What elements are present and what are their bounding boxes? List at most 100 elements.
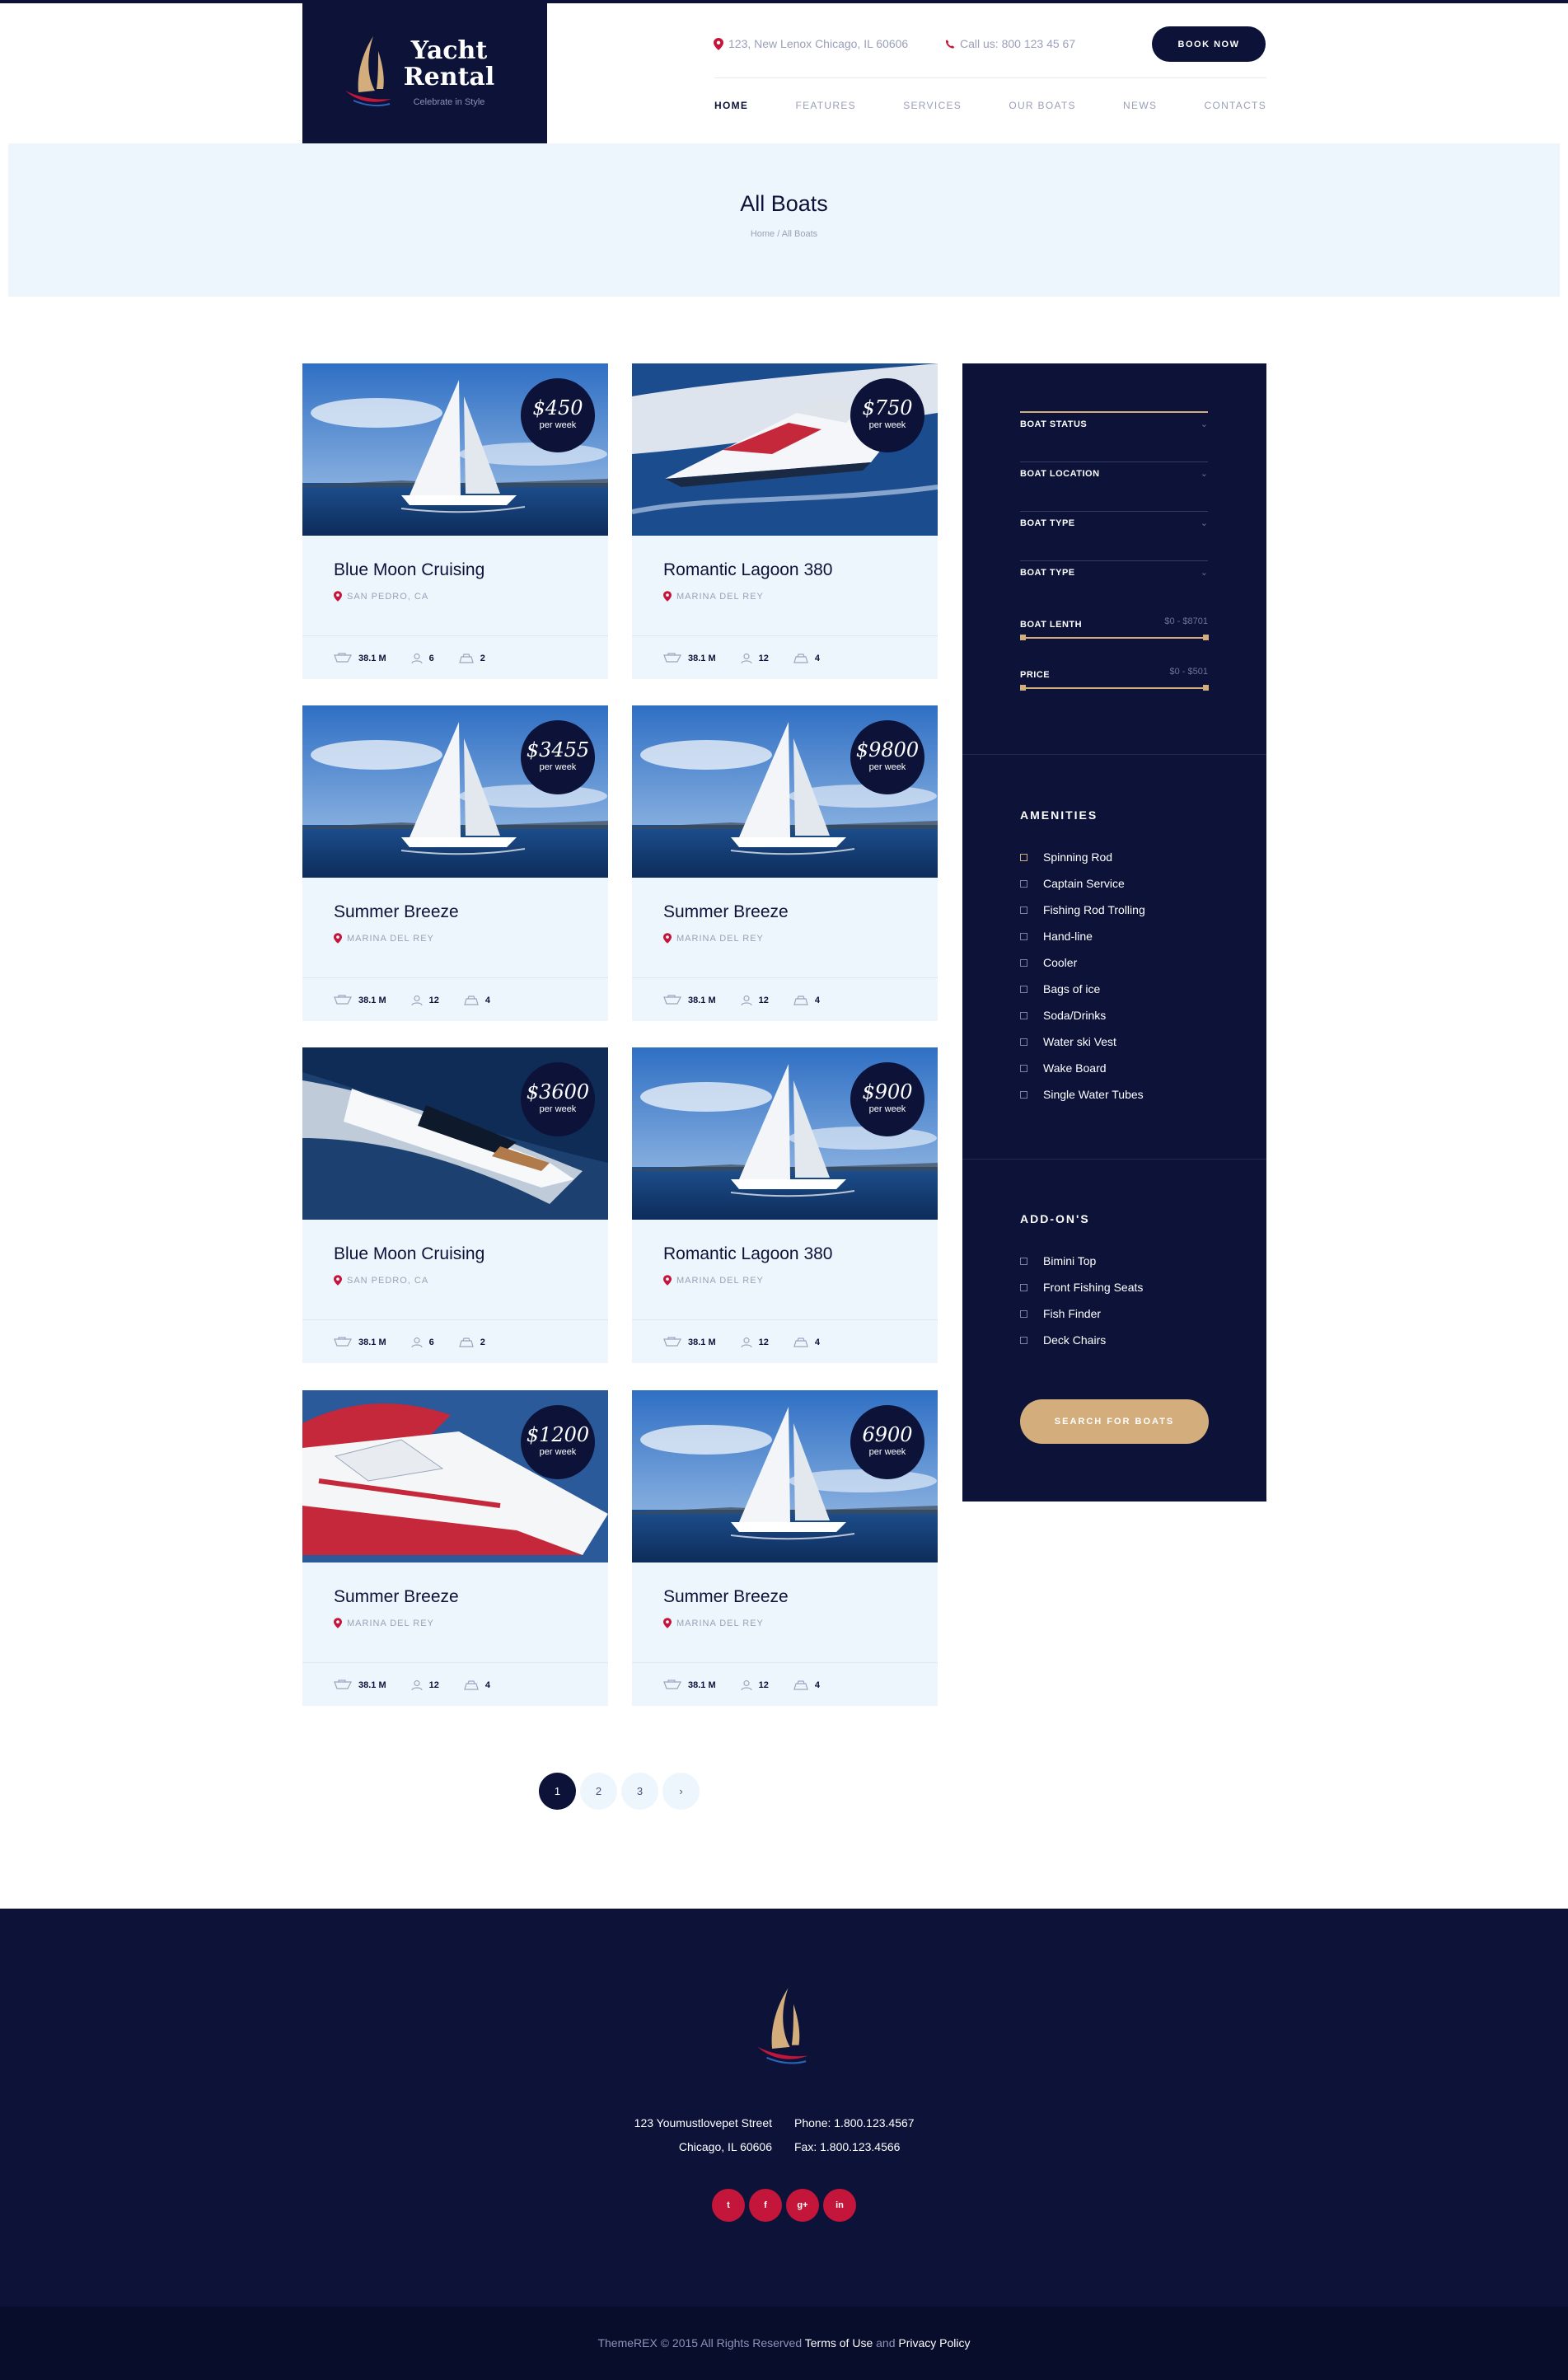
checkbox-option[interactable]: Hand-line [1020, 923, 1145, 949]
boat-name[interactable]: Summer Breeze [334, 902, 459, 922]
range-min-handle[interactable] [1020, 685, 1026, 691]
boat-card[interactable]: $900 per week Romantic Lagoon 380 MARINA DE… [632, 1047, 938, 1363]
checkbox[interactable] [1020, 1309, 1027, 1318]
boat-card[interactable]: $750 per week Romantic Lagoon 380 MARINA DE… [632, 363, 938, 679]
checkbox[interactable] [1020, 1090, 1027, 1099]
nav-contacts[interactable]: CONTACTS [1204, 100, 1266, 111]
checkbox-option[interactable]: Water ski Vest [1020, 1028, 1145, 1055]
checkbox-label: Fishing Rod Trolling [1043, 903, 1145, 916]
checkbox[interactable] [1020, 879, 1027, 888]
boat-photo[interactable]: $1200 per week [302, 1390, 608, 1562]
next-page-button[interactable]: › [662, 1773, 700, 1810]
checkbox[interactable] [1020, 853, 1027, 861]
checkbox-option[interactable]: Cooler [1020, 949, 1145, 976]
boat-status-select[interactable]: BOAT STATUS ⌄ [1020, 363, 1208, 429]
checkbox-option[interactable]: Fishing Rod Trolling [1020, 897, 1145, 923]
checkbox-option[interactable]: Wake Board [1020, 1055, 1145, 1081]
google-plus-icon[interactable]: g+ [786, 2189, 819, 2222]
boat-name[interactable]: Summer Breeze [663, 1587, 789, 1607]
terms-link[interactable]: Terms of Use [805, 2336, 873, 2350]
page-title: All Boats [740, 191, 828, 216]
search-boats-button[interactable]: SEARCH FOR BOATS [1020, 1399, 1209, 1444]
checkbox-option[interactable]: Front Fishing Seats [1020, 1274, 1143, 1300]
logo[interactable]: Yacht Rental Celebrate in Style [302, 0, 547, 143]
page-2-button[interactable]: 2 [580, 1773, 617, 1810]
privacy-link[interactable]: Privacy Policy [898, 2336, 970, 2350]
linkedin-icon[interactable]: in [823, 2189, 856, 2222]
checkbox-option[interactable]: Deck Chairs [1020, 1327, 1143, 1353]
boat-photo[interactable]: $450 per week [302, 363, 608, 536]
checkbox[interactable] [1020, 932, 1027, 940]
spec-cabins-value: 4 [814, 1680, 821, 1690]
checkbox[interactable] [1020, 1336, 1027, 1344]
boat-photo[interactable]: $900 per week [632, 1047, 938, 1220]
header-phone[interactable]: Call us: 800 123 45 67 [945, 37, 1075, 50]
nav-features[interactable]: FEATURES [795, 100, 856, 111]
boat-card[interactable]: $3600 per week Blue Moon Cruising SAN PEDRO… [302, 1047, 608, 1363]
boat-location-select[interactable]: BOAT LOCATION ⌄ [1020, 413, 1208, 479]
boat-name[interactable]: Blue Moon Cruising [334, 1244, 484, 1264]
boat-name[interactable]: Romantic Lagoon 380 [663, 1244, 832, 1264]
nav-services[interactable]: SERVICES [903, 100, 962, 111]
checkbox-option[interactable]: Bags of ice [1020, 976, 1145, 1002]
amenities-list: Spinning Rod Captain Service Fishing Rod T… [1020, 844, 1145, 1108]
social-links: t f g+ in [712, 2189, 856, 2222]
checkbox[interactable] [1020, 1038, 1027, 1046]
checkbox-option[interactable]: Single Water Tubes [1020, 1081, 1145, 1108]
nav-our-boats[interactable]: OUR BOATS [1009, 100, 1076, 111]
checkbox[interactable] [1020, 1283, 1027, 1291]
location-pin-icon [334, 1275, 342, 1286]
spec-guests: 12 [741, 653, 769, 664]
boat-photo[interactable]: $3455 per week [302, 705, 608, 878]
boat-photo[interactable]: $3600 per week [302, 1047, 608, 1220]
checkbox-option[interactable]: Fish Finder [1020, 1300, 1143, 1327]
spec-length-value: 38.1 M [688, 654, 716, 663]
boat-name[interactable]: Summer Breeze [334, 1587, 459, 1607]
boat-card[interactable]: $450 per week Blue Moon Cruising SAN PEDRO,… [302, 363, 608, 679]
boat-length-icon [663, 1680, 681, 1689]
page-1-button[interactable]: 1 [539, 1773, 576, 1810]
boat-card[interactable]: $3455 per week Summer Breeze MARINA DEL REY… [302, 705, 608, 1021]
boat-card[interactable]: $1200 per week Summer Breeze MARINA DEL REY… [302, 1390, 608, 1706]
boat-photo[interactable]: $750 per week [632, 363, 938, 536]
range-max-handle[interactable] [1203, 635, 1209, 640]
boat-location: MARINA DEL REY [663, 591, 764, 602]
boat-card[interactable]: 6900 per week Summer Breeze MARINA DEL REY 3… [632, 1390, 938, 1706]
boat-length-icon [334, 653, 352, 663]
boat-card[interactable]: $9800 per week Summer Breeze MARINA DEL REY… [632, 705, 938, 1021]
boat-name[interactable]: Summer Breeze [663, 902, 789, 922]
boat-type-select-2[interactable]: BOAT TYPE ⌄ [1020, 512, 1208, 578]
checkbox[interactable] [1020, 985, 1027, 993]
boat-photo[interactable]: 6900 per week [632, 1390, 938, 1562]
checkbox[interactable] [1020, 1064, 1027, 1072]
location-pin-icon [663, 933, 672, 944]
boat-location: MARINA DEL REY [663, 933, 764, 944]
range-min-handle[interactable] [1020, 635, 1026, 640]
twitter-icon[interactable]: t [712, 2189, 745, 2222]
boat-name[interactable]: Romantic Lagoon 380 [663, 560, 832, 580]
boat-type-select[interactable]: BOAT TYPE ⌄ [1020, 462, 1208, 528]
checkbox-option[interactable]: Captain Service [1020, 870, 1145, 897]
range-max-handle[interactable] [1203, 685, 1209, 691]
nav-news[interactable]: NEWS [1123, 100, 1157, 111]
checkbox-option[interactable]: Bimini Top [1020, 1248, 1143, 1274]
footer: 123 Youmustlovepet Street Chicago, IL 60… [0, 1909, 1568, 2307]
card-divider [302, 977, 608, 978]
checkbox-option[interactable]: Spinning Rod [1020, 844, 1145, 870]
checkbox[interactable] [1020, 1257, 1027, 1265]
checkbox[interactable] [1020, 958, 1027, 967]
guests-icon [741, 1680, 752, 1691]
checkbox-option[interactable]: Soda/Drinks [1020, 1002, 1145, 1028]
spec-cabins: 2 [458, 1337, 485, 1348]
checkbox-label: Captain Service [1043, 877, 1125, 890]
boat-name[interactable]: Blue Moon Cruising [334, 560, 484, 580]
nav-home[interactable]: HOME [714, 100, 748, 111]
boat-photo[interactable]: $9800 per week [632, 705, 938, 878]
checkbox[interactable] [1020, 906, 1027, 914]
checkbox[interactable] [1020, 1011, 1027, 1019]
breadcrumb[interactable]: Home / All Boats [8, 229, 1560, 239]
boat-location: MARINA DEL REY [663, 1275, 764, 1286]
facebook-icon[interactable]: f [749, 2189, 782, 2222]
book-now-button[interactable]: BOOK NOW [1152, 26, 1266, 62]
page-3-button[interactable]: 3 [621, 1773, 658, 1810]
